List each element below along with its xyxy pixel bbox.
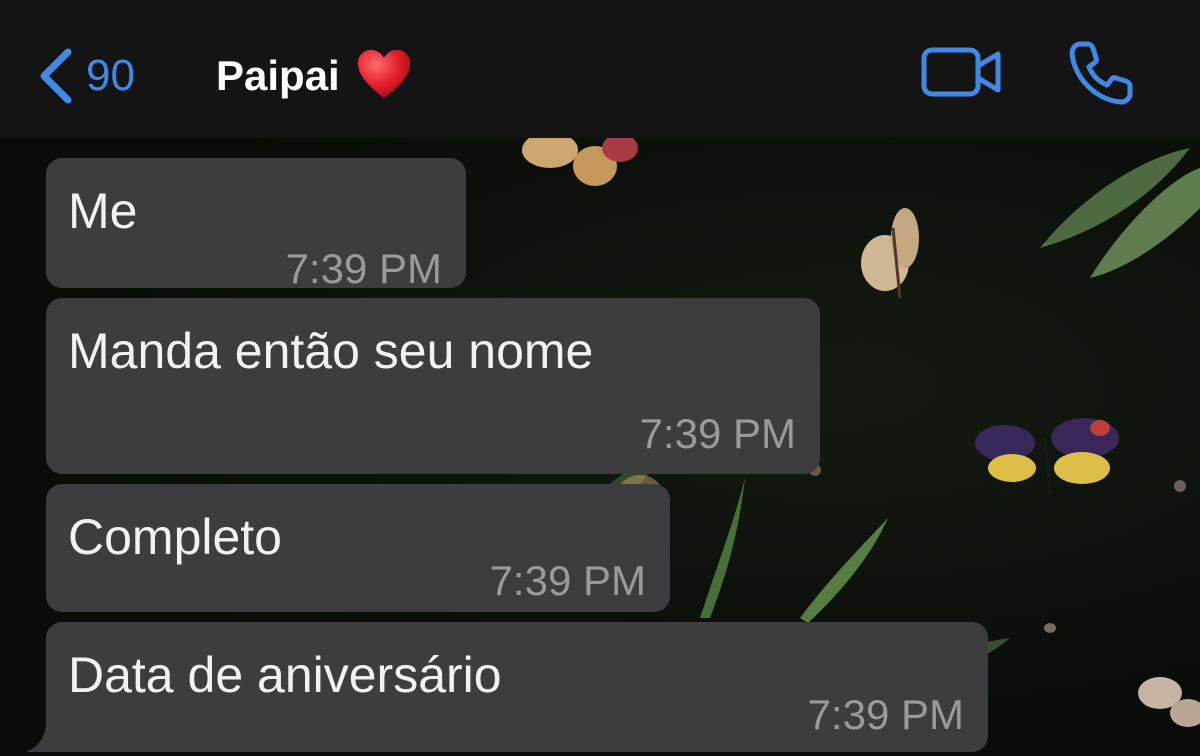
message-timestamp: 7:39 PM: [489, 557, 646, 604]
chevron-left-icon: [40, 48, 72, 104]
unread-count: 90: [86, 51, 135, 100]
message-bubble[interactable]: Manda então seu nome 7:39 PM: [46, 298, 820, 474]
message-timestamp: 7:39 PM: [639, 410, 796, 457]
contact-name: Paipai: [216, 52, 340, 99]
message-text: Data de aniversário: [68, 647, 502, 703]
video-call-button[interactable]: [920, 46, 1004, 98]
phone-icon: [1069, 41, 1133, 105]
bubble-tail: [26, 726, 54, 752]
message-bubble[interactable]: Completo 7:39 PM: [46, 484, 670, 612]
contact-title[interactable]: Paipai: [216, 46, 412, 106]
message-text: Me: [68, 183, 138, 239]
message-timestamp: 7:39 PM: [285, 245, 442, 292]
video-camera-icon: [921, 47, 1001, 97]
message-text: Manda então seu nome: [68, 323, 594, 379]
chat-header: 90 Paipai: [0, 0, 1200, 138]
back-button[interactable]: 90: [36, 46, 135, 106]
message-text: Completo: [68, 509, 282, 565]
red-heart-icon: [356, 48, 412, 105]
chat-area[interactable]: Me 7:39 PM Manda então seu nome 7:39 PM …: [0, 138, 1200, 756]
message-bubble[interactable]: Data de aniversário 7:39 PM: [46, 622, 988, 752]
message-bubble[interactable]: Me 7:39 PM: [46, 158, 466, 292]
message-timestamp: 7:39 PM: [807, 691, 964, 738]
voice-call-button[interactable]: [1066, 38, 1136, 108]
